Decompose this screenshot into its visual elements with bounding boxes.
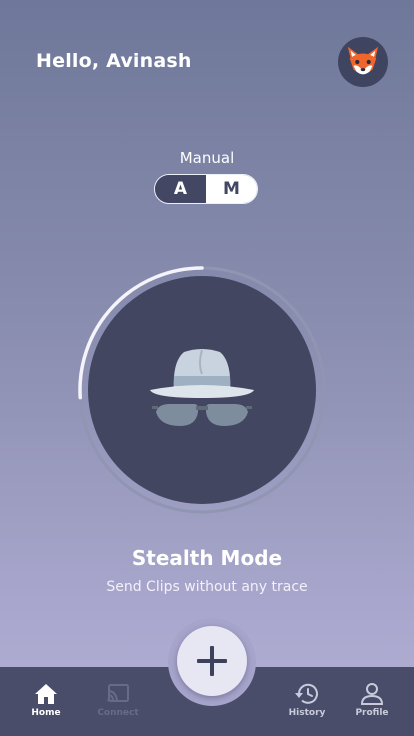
home-icon bbox=[35, 684, 57, 704]
mode-option-manual[interactable]: M bbox=[206, 175, 257, 203]
nav-label-profile: Profile bbox=[355, 708, 389, 718]
add-button[interactable] bbox=[177, 626, 247, 696]
person-icon bbox=[360, 683, 384, 705]
nav-item-profile[interactable]: Profile bbox=[342, 683, 402, 718]
mode-label: Manual bbox=[179, 149, 235, 167]
feature-title: Stealth Mode bbox=[131, 546, 283, 570]
avatar[interactable] bbox=[338, 37, 388, 87]
feature-subtitle: Send Clips without any trace bbox=[106, 579, 308, 595]
incognito-hat-glasses-icon bbox=[150, 349, 254, 426]
stealth-mode-dial[interactable] bbox=[77, 265, 327, 515]
fox-icon bbox=[347, 46, 379, 75]
nav-label-history: History bbox=[288, 708, 326, 718]
cast-icon bbox=[107, 684, 129, 702]
mode-toggle[interactable]: A M bbox=[154, 174, 258, 204]
greeting-text: Hello, Avinash bbox=[36, 50, 192, 72]
history-icon bbox=[295, 683, 318, 704]
nav-item-home[interactable]: Home bbox=[16, 683, 76, 718]
nav-item-history[interactable]: History bbox=[277, 683, 337, 718]
stealth-mode-button[interactable] bbox=[88, 276, 316, 504]
nav-item-connect[interactable]: Connect bbox=[88, 683, 148, 718]
plus-icon bbox=[197, 646, 227, 676]
nav-label-home: Home bbox=[31, 708, 61, 718]
mode-option-auto[interactable]: A bbox=[155, 175, 206, 203]
nav-label-connect: Connect bbox=[97, 708, 139, 718]
